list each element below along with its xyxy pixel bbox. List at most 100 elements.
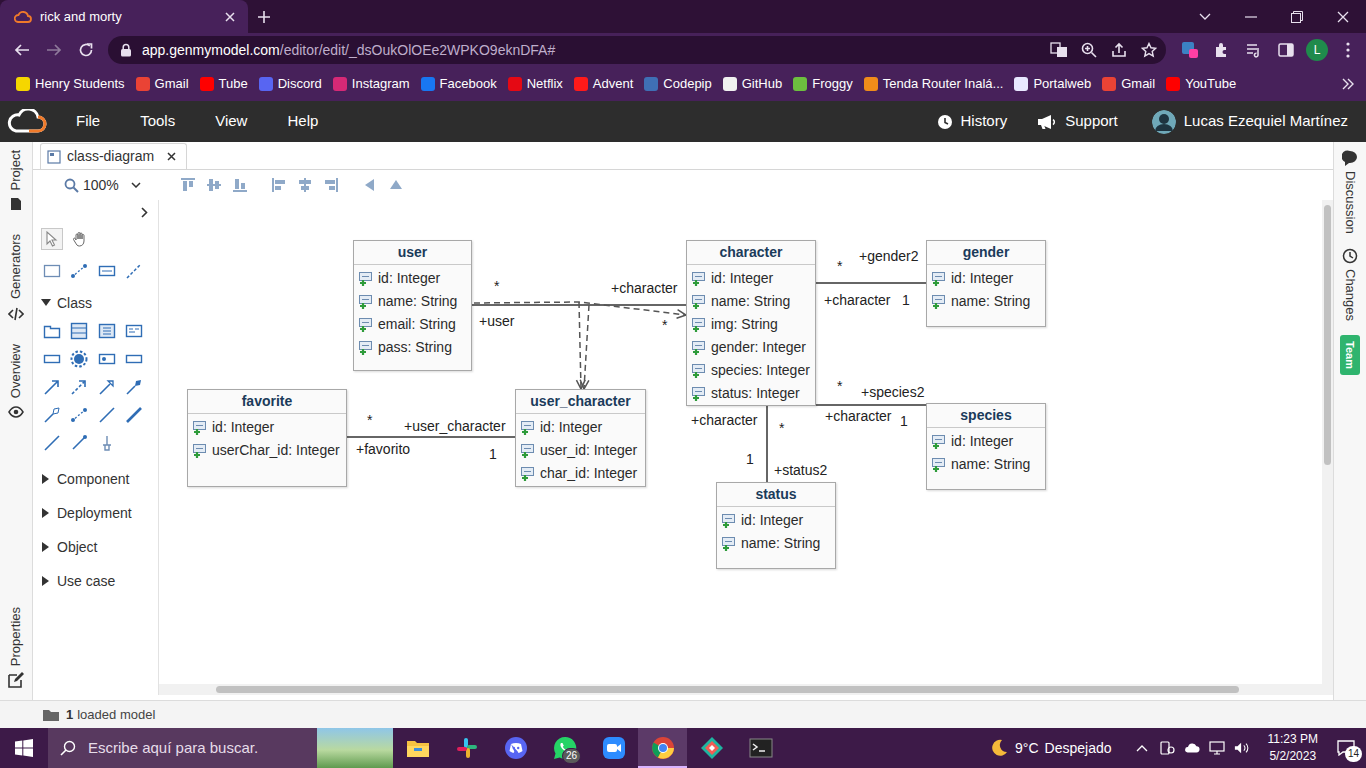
tab-search-icon[interactable] (1182, 0, 1228, 33)
attribute-row[interactable]: id: Integer (359, 267, 466, 290)
association-label[interactable]: +favorito (356, 441, 410, 457)
bookmark[interactable]: Henry Students (12, 71, 132, 97)
search-placeholder[interactable]: Escribe aquí para buscar. (88, 737, 305, 760)
palette-section[interactable]: Object (41, 530, 150, 564)
association-label[interactable]: +species2 (861, 384, 924, 400)
attribute-row[interactable]: email: String (359, 313, 466, 336)
rail-label[interactable]: Team (1342, 341, 1359, 369)
align-icon[interactable] (383, 174, 409, 196)
bookmark[interactable]: Froggy (789, 71, 859, 97)
bookmark[interactable]: Codepip (640, 71, 718, 97)
editor-tab-label[interactable]: class-diagram (67, 146, 154, 167)
palette-tool-icon[interactable] (96, 348, 118, 370)
reload-icon[interactable] (70, 36, 102, 64)
bookmark-label[interactable]: Discord (278, 74, 322, 94)
palette-section[interactable]: Use case (41, 564, 150, 598)
attribute-row[interactable]: id: Integer (521, 416, 640, 439)
association-label[interactable]: 1 (902, 292, 910, 308)
attribute-row[interactable]: species: Integer (692, 359, 810, 382)
rail-item[interactable]: Generators (6, 234, 26, 321)
phone-icon[interactable] (1159, 740, 1175, 756)
attribute-text[interactable]: name: String (951, 454, 1030, 475)
bookmark-label[interactable]: Codepip (663, 74, 711, 94)
association-label[interactable]: 1 (900, 413, 908, 429)
attribute-text[interactable]: id: Integer (711, 268, 773, 289)
association-label[interactable]: 1 (746, 451, 754, 467)
editor-tab[interactable]: class-diagram (40, 143, 187, 169)
palette-tool-icon[interactable] (68, 432, 90, 454)
palette-tool-icon[interactable] (123, 376, 145, 398)
class-name[interactable]: character (687, 241, 815, 265)
association-label[interactable]: +character (824, 292, 891, 308)
attribute-text[interactable]: char_id: Integer (540, 463, 637, 484)
attribute-text[interactable]: name: String (378, 291, 457, 312)
palette-section-label[interactable]: Deployment (57, 503, 132, 524)
bookmark-label[interactable]: Gmail (1121, 74, 1155, 94)
association-label[interactable]: * (779, 420, 784, 436)
support-button[interactable]: Support (1037, 110, 1118, 133)
back-icon[interactable] (6, 36, 38, 64)
notification-center[interactable]: 14 (1326, 728, 1366, 768)
class-name[interactable]: gender (927, 241, 1045, 265)
attribute-text[interactable]: name: String (741, 533, 820, 554)
menu-item[interactable]: File (76, 110, 100, 133)
align-icon[interactable] (266, 174, 292, 196)
clock[interactable]: 11:23 PM5/2/2023 (1260, 728, 1326, 768)
attribute-row[interactable]: id: Integer (932, 430, 1040, 453)
taskbar-app[interactable] (638, 728, 687, 768)
palette-tool-icon[interactable] (123, 260, 145, 282)
forward-icon[interactable] (38, 36, 70, 64)
association-label[interactable]: * (367, 412, 372, 428)
palette-tool-icon[interactable] (68, 376, 90, 398)
scroll-thumb[interactable] (1324, 205, 1331, 465)
association-label[interactable]: +status2 (774, 462, 827, 478)
share-icon[interactable] (1110, 41, 1128, 59)
attribute-text[interactable]: id: Integer (951, 431, 1013, 452)
taskbar-app[interactable]: 26 (540, 728, 589, 768)
bookmark-label[interactable]: GitHub (742, 74, 782, 94)
align-icon[interactable] (292, 174, 318, 196)
rail-label[interactable]: Project (6, 150, 26, 190)
rail-item[interactable]: Changes (1340, 248, 1360, 321)
history-label[interactable]: History (961, 110, 1008, 133)
association-label[interactable]: +user (479, 313, 514, 329)
palette-tool-icon[interactable] (68, 260, 90, 282)
attribute-text[interactable]: userChar_id: Integer (212, 440, 340, 461)
class-box[interactable]: genderid: Integername: String (926, 240, 1046, 327)
taskbar-app[interactable] (491, 728, 540, 768)
attribute-row[interactable]: pass: String (359, 336, 466, 359)
rail-label[interactable]: Generators (6, 234, 26, 299)
rail-item[interactable]: Overview (6, 344, 26, 420)
bookmark-label[interactable]: Facebook (440, 74, 497, 94)
taskbar-app[interactable] (442, 728, 491, 768)
rail-label[interactable]: Properties (6, 607, 26, 666)
zoom-level[interactable]: 100% (83, 175, 119, 196)
palette-tool-icon[interactable] (96, 320, 118, 342)
taskbar-search[interactable]: Escribe aquí para buscar. (48, 728, 393, 768)
align-icon[interactable] (318, 174, 344, 196)
bookmark[interactable]: GitHub (719, 71, 789, 97)
close-tab-icon[interactable] (222, 9, 238, 25)
bookmark-star-icon[interactable] (1140, 41, 1158, 59)
profile-initial[interactable]: L (1314, 44, 1321, 56)
weather-temp[interactable]: 9°C (1015, 738, 1039, 759)
menu-item[interactable]: Tools (140, 110, 175, 133)
genmymodel-logo-icon[interactable] (6, 107, 48, 137)
bookmark[interactable]: Advent (570, 71, 640, 97)
bookmark[interactable]: Netflix (504, 71, 570, 97)
attribute-row[interactable]: gender: Integer (692, 336, 810, 359)
menu-item[interactable]: View (215, 110, 247, 133)
class-box[interactable]: user_characterid: Integeruser_id: Intege… (515, 389, 646, 487)
show-hidden-icon[interactable] (1134, 740, 1150, 756)
attribute-text[interactable]: pass: String (378, 337, 452, 358)
class-box[interactable]: statusid: Integername: String (716, 482, 836, 569)
rail-label[interactable]: Overview (6, 344, 26, 398)
palette-tool-icon[interactable] (41, 320, 63, 342)
attribute-text[interactable]: id: Integer (540, 417, 602, 438)
tab-title[interactable]: rick and morty (40, 7, 214, 27)
rail-item[interactable]: Discussion (1340, 150, 1360, 234)
user-name[interactable]: Lucas Ezequiel Martínez (1184, 110, 1348, 133)
close-window-icon[interactable] (1320, 0, 1366, 33)
volume-icon[interactable] (1234, 740, 1250, 756)
palette-tool-icon[interactable] (41, 432, 63, 454)
